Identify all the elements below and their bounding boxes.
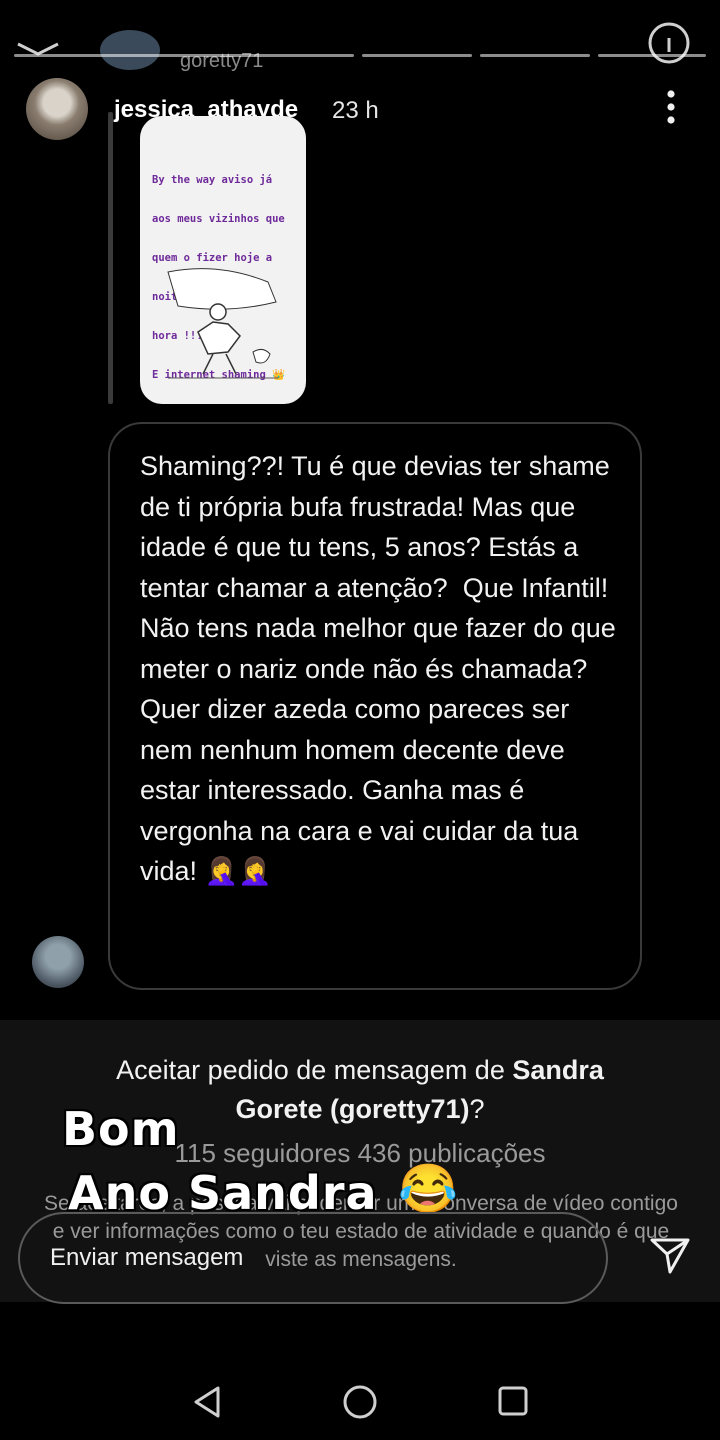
- sticker-emoji: 😂: [398, 1163, 458, 1216]
- timestamp: 23 h: [332, 97, 379, 124]
- avatar[interactable]: [26, 78, 88, 140]
- partial-avatar: [100, 30, 160, 70]
- info-icon[interactable]: [646, 20, 692, 66]
- story-cartoon-image: [167, 268, 278, 379]
- sticker-text-line1: Bom: [62, 1102, 180, 1156]
- message-text: Shaming??! Tu é que devias ter shame de …: [140, 451, 624, 886]
- story-progress-bar: [480, 54, 590, 57]
- story-progress-bar: [362, 54, 472, 57]
- paper-plane-icon[interactable]: [648, 1234, 692, 1278]
- top-partial-area: goretty71: [0, 0, 720, 72]
- accept-request-line1: Aceitar pedido de mensagem de Sandra: [116, 1055, 604, 1085]
- circle-home-icon[interactable]: [342, 1384, 378, 1420]
- reply-indicator-line: [108, 112, 113, 404]
- story-progress-bar: [14, 54, 354, 57]
- sender-avatar[interactable]: [32, 936, 84, 988]
- square-recents-icon[interactable]: [496, 1384, 530, 1418]
- message-bubble[interactable]: Shaming??! Tu é que devias ter shame de …: [108, 422, 642, 990]
- story-progress-bar: [598, 54, 706, 57]
- send-message-input[interactable]: Enviar mensagem: [18, 1212, 608, 1304]
- triangle-back-icon[interactable]: [190, 1384, 224, 1420]
- more-vertical-icon[interactable]: [656, 88, 686, 128]
- story-thumbnail[interactable]: By the way aviso já aos meus vizinhos qu…: [140, 116, 306, 404]
- system-nav-bar: [0, 1304, 720, 1440]
- send-message-placeholder: Enviar mensagem: [50, 1244, 244, 1271]
